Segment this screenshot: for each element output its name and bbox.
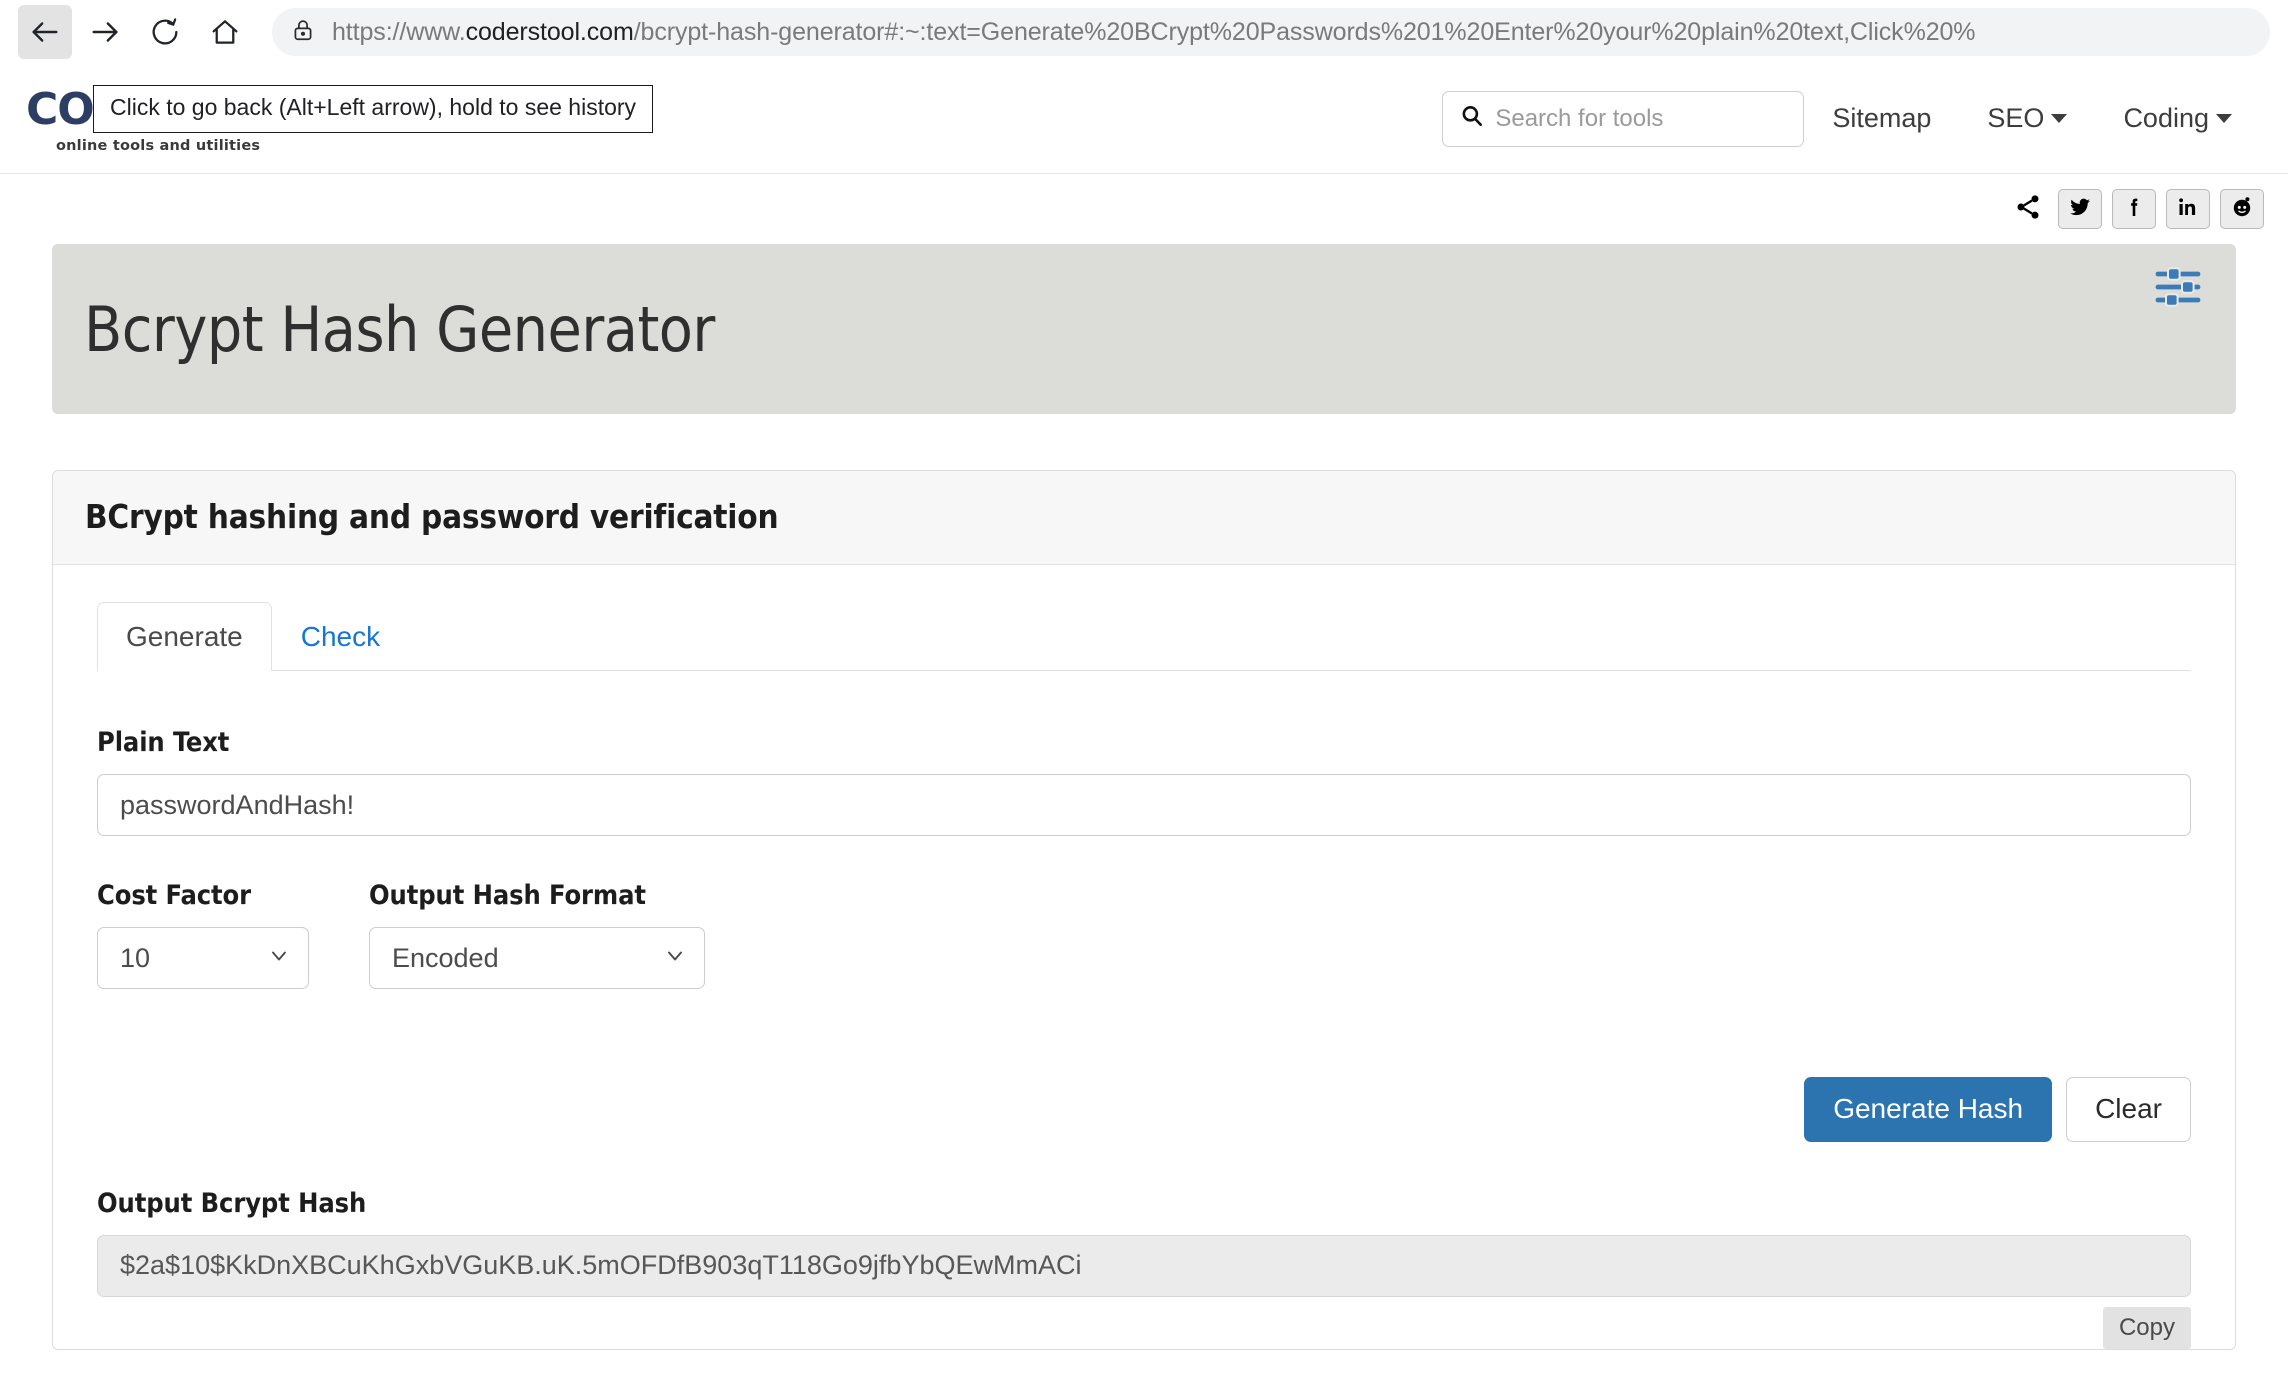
address-bar[interactable]: https://www.coderstool.com/bcrypt-hash-g… [272,8,2270,56]
page-title: Bcrypt Hash Generator [84,293,715,366]
cost-factor-select-wrap: 10 [97,927,309,989]
output-hash-group: Output Bcrypt Hash Copy [97,1188,2191,1349]
output-hash-input[interactable] [97,1235,2191,1297]
linkedin-icon [2176,195,2200,224]
chevron-down-icon [2051,114,2067,123]
url-path: /bcrypt-hash-generator#:~:text=Generate%… [634,18,1976,46]
social-share-row [0,174,2288,244]
cost-factor-label: Cost Factor [97,880,309,911]
back-button[interactable] [18,5,72,59]
sliders-icon [2154,297,2206,314]
cost-factor-group: Cost Factor 10 [97,880,309,989]
forward-arrow-icon [88,15,122,49]
chevron-down-icon [2216,114,2232,123]
home-icon [209,16,241,48]
nav-label-coding: Coding [2123,103,2209,134]
nav-label-sitemap: Sitemap [1832,103,1931,134]
tab-check-label: Check [301,621,380,652]
back-arrow-icon [28,15,62,49]
logo-tagline: online tools and utilities [56,138,306,154]
generate-hash-button[interactable]: Generate Hash [1804,1077,2052,1142]
card-body: Generate Check Plain Text Cost Factor 10 [53,565,2235,1349]
search-box[interactable] [1442,91,1804,147]
copy-row: Copy [97,1307,2191,1349]
nav-item-sitemap[interactable]: Sitemap [1804,103,1959,134]
card-title: BCrypt hashing and password verification [85,497,2203,536]
plain-text-group: Plain Text [97,727,2191,836]
tab-generate[interactable]: Generate [97,602,272,671]
tab-generate-label: Generate [126,621,243,652]
search-icon [1459,103,1485,134]
lock-icon [290,17,316,48]
settings-sliders-button[interactable] [2154,264,2206,315]
twitter-icon [2068,195,2092,224]
plain-text-label: Plain Text [97,727,2191,758]
home-button[interactable] [198,5,252,59]
cost-factor-select[interactable]: 10 [97,927,309,989]
output-hash-label: Output Bcrypt Hash [97,1188,2191,1219]
url-scheme: https://www. [332,18,466,46]
share-reddit-button[interactable] [2220,189,2264,229]
url-host: coderstool.com [466,18,634,46]
page-title-bar: Bcrypt Hash Generator [52,244,2236,414]
bcrypt-tool-card: BCrypt hashing and password verification… [52,470,2236,1350]
url-text: https://www.coderstool.com/bcrypt-hash-g… [332,18,1975,47]
facebook-icon [2122,195,2146,224]
plain-text-input[interactable] [97,774,2191,836]
card-header: BCrypt hashing and password verification [53,471,2235,565]
back-button-tooltip: Click to go back (Alt+Left arrow), hold … [93,85,653,133]
action-button-row: Generate Hash Clear [97,1077,2191,1142]
reddit-icon [2230,195,2254,224]
clear-button[interactable]: Clear [2066,1077,2191,1142]
share-twitter-button[interactable] [2058,189,2102,229]
output-format-group: Output Hash Format Encoded [369,880,705,989]
tab-bar: Generate Check [97,601,2191,671]
nav-label-seo: SEO [1987,103,2044,134]
share-icon[interactable] [2014,193,2042,226]
reload-button[interactable] [138,5,192,59]
tab-check[interactable]: Check [272,602,409,671]
options-row: Cost Factor 10 Output Hash Format Encode… [97,880,2191,989]
output-format-label: Output Hash Format [369,880,705,911]
search-input[interactable] [1495,105,1787,133]
output-format-select-wrap: Encoded [369,927,705,989]
reload-icon [149,16,181,48]
share-facebook-button[interactable] [2112,189,2156,229]
share-linkedin-button[interactable] [2166,189,2210,229]
output-format-select[interactable]: Encoded [369,927,705,989]
header-nav: Sitemap SEO Coding [1442,91,2260,147]
nav-item-coding[interactable]: Coding [2095,103,2260,134]
browser-toolbar: https://www.coderstool.com/bcrypt-hash-g… [0,0,2288,64]
nav-item-seo[interactable]: SEO [1959,103,2095,134]
copy-button[interactable]: Copy [2103,1307,2191,1349]
forward-button[interactable] [78,5,132,59]
